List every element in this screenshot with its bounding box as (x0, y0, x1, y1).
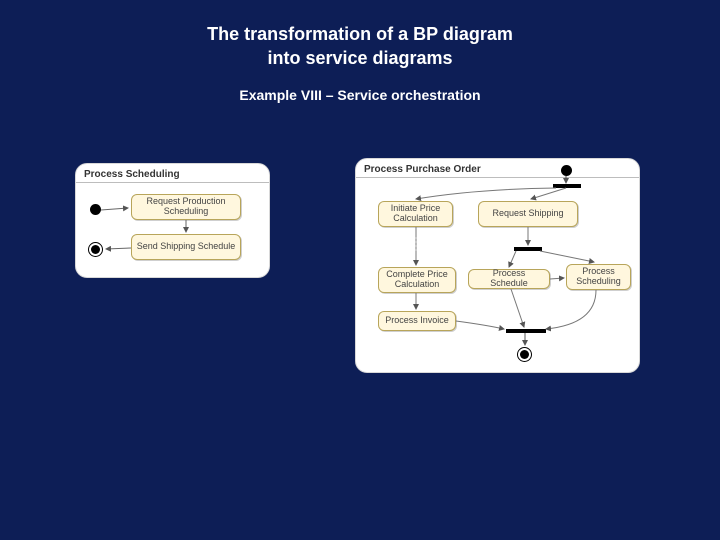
activity-node: Process Scheduling (566, 264, 631, 290)
activity-node: Request Shipping (478, 201, 578, 227)
activity-node: Complete Price Calculation (378, 267, 456, 293)
node-label: Request Production Scheduling (136, 197, 236, 216)
activity-node: Initiate Price Calculation (378, 201, 453, 227)
title-line-1: The transformation of a BP diagram (207, 24, 513, 44)
final-node-icon (88, 242, 103, 257)
node-label: Process Scheduling (571, 267, 626, 286)
divider (76, 182, 269, 183)
join-bar (514, 247, 542, 251)
panel-title: Process Scheduling (76, 164, 269, 182)
initial-node-icon (561, 165, 572, 176)
diagram-stage: Process Scheduling Request Production Sc… (0, 103, 720, 533)
initial-node-icon (90, 204, 101, 215)
activity-node: Process Invoice (378, 311, 456, 331)
panel-process-purchase-order: Process Purchase Order Initiate Price Ca… (355, 158, 640, 373)
divider (356, 177, 639, 178)
panel-process-scheduling: Process Scheduling Request Production Sc… (75, 163, 270, 278)
page-subtitle: Example VIII – Service orchestration (0, 71, 720, 103)
panel-title: Process Purchase Order (356, 159, 639, 177)
activity-node: Request Production Scheduling (131, 194, 241, 220)
activity-node: Process Schedule (468, 269, 550, 289)
node-label: Request Shipping (492, 209, 563, 218)
node-label: Initiate Price Calculation (383, 204, 448, 223)
title-line-2: into service diagrams (267, 48, 452, 68)
node-label: Process Schedule (473, 269, 545, 288)
fork-bar (553, 184, 581, 188)
node-label: Process Invoice (385, 316, 449, 325)
join-bar (506, 329, 546, 333)
final-node-icon (517, 347, 532, 362)
page-title: The transformation of a BP diagram into … (0, 0, 720, 71)
node-label: Send Shipping Schedule (137, 242, 236, 251)
activity-node: Send Shipping Schedule (131, 234, 241, 260)
node-label: Complete Price Calculation (383, 270, 451, 289)
